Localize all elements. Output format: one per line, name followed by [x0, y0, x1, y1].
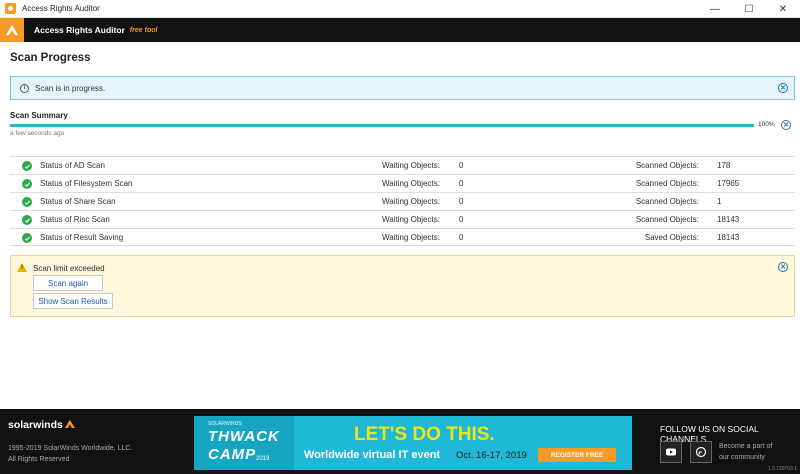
- ad-thwack: THWACK: [208, 428, 280, 445]
- status-table: Status of AD Scan Waiting Objects: 0 Sca…: [10, 156, 795, 246]
- count-value: 18143: [717, 215, 740, 224]
- minimize-button[interactable]: —: [698, 0, 732, 18]
- ad-camp: CAMP: [208, 446, 257, 463]
- row-label: Status of AD Scan: [40, 161, 105, 170]
- solarwinds-logo-icon: [0, 18, 24, 42]
- table-row: Status of AD Scan Waiting Objects: 0 Sca…: [10, 156, 795, 174]
- waiting-label: Waiting Objects:: [382, 179, 440, 188]
- scan-summary-heading: Scan Summary: [10, 111, 68, 120]
- progress-bar: [10, 124, 754, 127]
- warning-icon: !: [17, 263, 27, 272]
- app-name: Access Rights Auditor: [34, 25, 125, 35]
- waiting-value: 0: [459, 179, 464, 188]
- progress-bar-fill: [10, 124, 754, 127]
- solarwinds-logo[interactable]: solarwinds: [8, 419, 75, 431]
- waiting-value: 0: [459, 215, 464, 224]
- info-banner: i Scan is in progress. ✕: [10, 76, 795, 100]
- count-value: 18143: [717, 233, 740, 242]
- time-ago: a few seconds ago: [10, 130, 65, 137]
- close-window-button[interactable]: ✕: [766, 0, 800, 18]
- ad-year: 2019: [256, 456, 270, 462]
- count-label: Scanned Objects:: [635, 215, 699, 224]
- info-banner-text: Scan is in progress.: [35, 83, 106, 93]
- waiting-label: Waiting Objects:: [382, 215, 440, 224]
- warning-banner: ! Scan limit exceeded Scan again Show Sc…: [10, 255, 795, 317]
- free-tool-badge: free tool: [129, 26, 158, 34]
- table-row: Status of Filesystem Scan Waiting Object…: [10, 174, 795, 192]
- waiting-label: Waiting Objects:: [382, 197, 440, 206]
- ad-date: Oct. 16-17, 2019: [456, 450, 527, 461]
- count-value: 178: [717, 161, 731, 170]
- thwackcamp-ad-banner[interactable]: SOLARWINDS THWACK CAMP 2019 LET'S DO THI…: [194, 416, 632, 470]
- community-line: our community: [719, 454, 765, 461]
- cancel-scan-icon[interactable]: ✕: [781, 120, 791, 130]
- version-label: 1.0.190703.1: [767, 466, 797, 472]
- count-label: Scanned Objects:: [635, 161, 699, 170]
- row-label: Status of Risc Scan: [40, 215, 110, 224]
- youtube-icon[interactable]: [660, 441, 682, 463]
- count-label: Scanned Objects:: [635, 197, 699, 206]
- scan-again-button[interactable]: Scan again: [33, 275, 103, 291]
- count-label: Saved Objects:: [644, 233, 699, 242]
- waiting-label: Waiting Objects:: [382, 161, 440, 170]
- check-icon: [22, 233, 32, 243]
- waiting-value: 0: [459, 233, 464, 242]
- register-free-button[interactable]: REGISTER FREE: [538, 448, 616, 462]
- community-text[interactable]: Become a part of our community: [719, 441, 799, 463]
- app-header: Access Rights Auditor free tool: [0, 18, 800, 42]
- window-title: Access Rights Auditor: [22, 4, 100, 13]
- solarwinds-mark-icon: [64, 420, 75, 428]
- maximize-button[interactable]: ☐: [732, 0, 766, 18]
- page-title: Scan Progress: [10, 52, 91, 64]
- thwack-icon[interactable]: [690, 441, 712, 463]
- window-titlebar: Access Rights Auditor — ☐ ✕: [0, 0, 800, 18]
- copyright: 1995-2019 SolarWinds Worldwide, LLC. All…: [8, 443, 158, 465]
- count-value: 1: [717, 197, 722, 206]
- check-icon: [22, 197, 32, 207]
- community-line: Become a part of: [719, 443, 773, 450]
- window-controls: — ☐ ✕: [698, 0, 800, 18]
- check-icon: [22, 179, 32, 189]
- row-label: Status of Filesystem Scan: [40, 179, 133, 188]
- app-logo-icon: [5, 3, 16, 14]
- close-icon[interactable]: ✕: [778, 83, 788, 93]
- ad-headline: LET'S DO THIS.: [354, 424, 495, 445]
- info-icon: i: [20, 83, 29, 93]
- count-value: 17965: [717, 179, 740, 188]
- table-row: Status of Share Scan Waiting Objects: 0 …: [10, 192, 795, 210]
- table-row: Status of Risc Scan Waiting Objects: 0 S…: [10, 210, 795, 228]
- close-icon[interactable]: ✕: [778, 262, 788, 272]
- count-label: Scanned Objects:: [635, 179, 699, 188]
- row-label: Status of Result Saving: [40, 233, 124, 242]
- table-row: Status of Result Saving Waiting Objects:…: [10, 228, 795, 246]
- brand-name: solarwinds: [8, 419, 63, 431]
- ad-subline: Worldwide virtual IT event: [304, 449, 441, 461]
- progress-percent: 100%: [758, 121, 775, 128]
- ad-brand-small: SOLARWINDS: [208, 421, 242, 427]
- check-icon: [22, 161, 32, 171]
- show-scan-results-button[interactable]: Show Scan Results: [33, 293, 113, 309]
- copyright-line: 1995-2019 SolarWinds Worldwide, LLC.: [8, 445, 133, 452]
- waiting-label: Waiting Objects:: [382, 233, 440, 242]
- warning-text: Scan limit exceeded: [33, 264, 105, 273]
- waiting-value: 0: [459, 197, 464, 206]
- waiting-value: 0: [459, 161, 464, 170]
- row-label: Status of Share Scan: [40, 197, 116, 206]
- copyright-line: All Rights Reserved: [8, 456, 70, 463]
- check-icon: [22, 215, 32, 225]
